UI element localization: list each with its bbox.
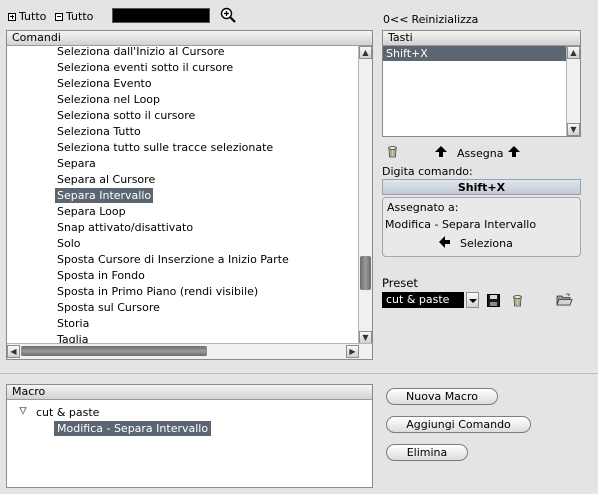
assigned-box: Assegnato a: Modifica - Separa Intervall… — [382, 197, 581, 257]
commands-list[interactable]: Seleziona dall'Inizio al Cursore Selezio… — [7, 46, 360, 344]
command-item[interactable]: Separa al Cursore — [55, 172, 157, 187]
open-folder-icon[interactable] — [556, 293, 573, 307]
arrow-up-icon — [435, 146, 447, 157]
command-item[interactable]: Seleziona dall'Inizio al Cursore — [55, 46, 227, 59]
zoom-icon[interactable] — [220, 7, 236, 23]
collapse-all-button[interactable]: Tutto — [55, 10, 93, 23]
trash-icon[interactable] — [511, 294, 524, 307]
search-input[interactable] — [112, 8, 210, 23]
key-item-selected[interactable]: Shift+X — [383, 46, 567, 61]
assign-button[interactable]: Assegna — [457, 147, 503, 160]
arrow-up-icon — [508, 146, 520, 157]
delete-macro-button[interactable]: Elimina — [386, 444, 468, 461]
reset-icon: 0<< — [383, 13, 409, 26]
shortcut-input[interactable]: Shift+X — [382, 179, 581, 195]
type-command-label: Digita comando: — [382, 165, 473, 178]
command-item[interactable]: Sposta Cursore di Inserzione a Inizio Pa… — [55, 252, 291, 267]
macro-header: Macro — [7, 385, 372, 400]
commands-vertical-scrollbar[interactable]: ▲ ▼ — [358, 46, 372, 344]
command-item[interactable]: Snap attivato/disattivato — [55, 220, 195, 235]
command-item[interactable]: Seleziona tutto sulle tracce selezionate — [55, 140, 275, 155]
command-item-selected[interactable]: Separa Intervallo — [55, 188, 154, 203]
commands-panel: Comandi Seleziona dall'Inizio al Cursore… — [6, 30, 373, 360]
scroll-up-button[interactable]: ▲ — [567, 46, 580, 59]
commands-horizontal-scrollbar[interactable]: ◀ ▶ — [7, 343, 372, 359]
add-command-button[interactable]: Aggiungi Comando — [386, 416, 531, 433]
preset-dropdown-button[interactable] — [466, 292, 479, 308]
scroll-down-button[interactable]: ▼ — [567, 123, 580, 136]
scroll-up-button[interactable]: ▲ — [359, 46, 372, 59]
command-item[interactable]: Separa Loop — [55, 204, 128, 219]
macro-panel: Macro cut & paste Modifica - Separa Inte… — [6, 384, 373, 488]
section-divider — [0, 373, 598, 374]
disclosure-triangle-icon[interactable] — [19, 407, 27, 415]
expand-all-label: Tutto — [19, 10, 47, 23]
reset-label: Reinizializza — [411, 13, 479, 26]
command-item[interactable]: Seleziona eventi sotto il cursore — [55, 60, 235, 75]
expand-all-button[interactable]: Tutto — [8, 10, 46, 23]
macro-group[interactable]: cut & paste — [36, 405, 99, 420]
command-item[interactable]: Sposta in Fondo — [55, 268, 147, 283]
assigned-to-label: Assegnato a: — [387, 201, 459, 214]
arrow-left-icon — [439, 236, 450, 248]
commands-header: Comandi — [7, 31, 372, 46]
command-item[interactable]: Seleziona Tutto — [55, 124, 143, 139]
command-item[interactable]: Separa — [55, 156, 98, 171]
assigned-to-value: Modifica - Separa Intervallo — [385, 218, 537, 231]
macro-command-selected[interactable]: Modifica - Separa Intervallo — [54, 421, 212, 436]
keys-panel: Tasti Shift+X ▲ ▼ — [382, 30, 581, 137]
scroll-thumb[interactable] — [360, 256, 371, 290]
keys-vertical-scrollbar[interactable]: ▲ ▼ — [566, 46, 580, 136]
command-item[interactable]: Seleziona nel Loop — [55, 92, 162, 107]
command-item[interactable]: Sposta in Primo Piano (rendi visibile) — [55, 284, 260, 299]
scroll-thumb[interactable] — [21, 346, 207, 356]
trash-icon[interactable] — [386, 145, 399, 158]
command-item[interactable]: Sposta sul Cursore — [55, 300, 162, 315]
new-macro-button[interactable]: Nuova Macro — [386, 388, 498, 405]
command-item[interactable]: Storia — [55, 316, 91, 331]
collapse-icon — [55, 12, 63, 21]
keys-header: Tasti — [383, 31, 580, 46]
scroll-right-button[interactable]: ▶ — [346, 345, 359, 358]
scroll-left-button[interactable]: ◀ — [7, 345, 20, 358]
reset-button[interactable]: 0<< Reinizializza — [383, 13, 478, 26]
command-item[interactable]: Seleziona Evento — [55, 76, 154, 91]
expand-icon — [8, 12, 16, 21]
command-item[interactable]: Seleziona sotto il cursore — [55, 108, 197, 123]
select-button[interactable]: Seleziona — [460, 237, 513, 250]
preset-select[interactable]: cut & paste — [382, 292, 464, 308]
save-icon[interactable] — [487, 294, 500, 307]
preset-label: Preset — [382, 276, 418, 290]
collapse-all-label: Tutto — [66, 10, 94, 23]
command-item[interactable]: Solo — [55, 236, 83, 251]
